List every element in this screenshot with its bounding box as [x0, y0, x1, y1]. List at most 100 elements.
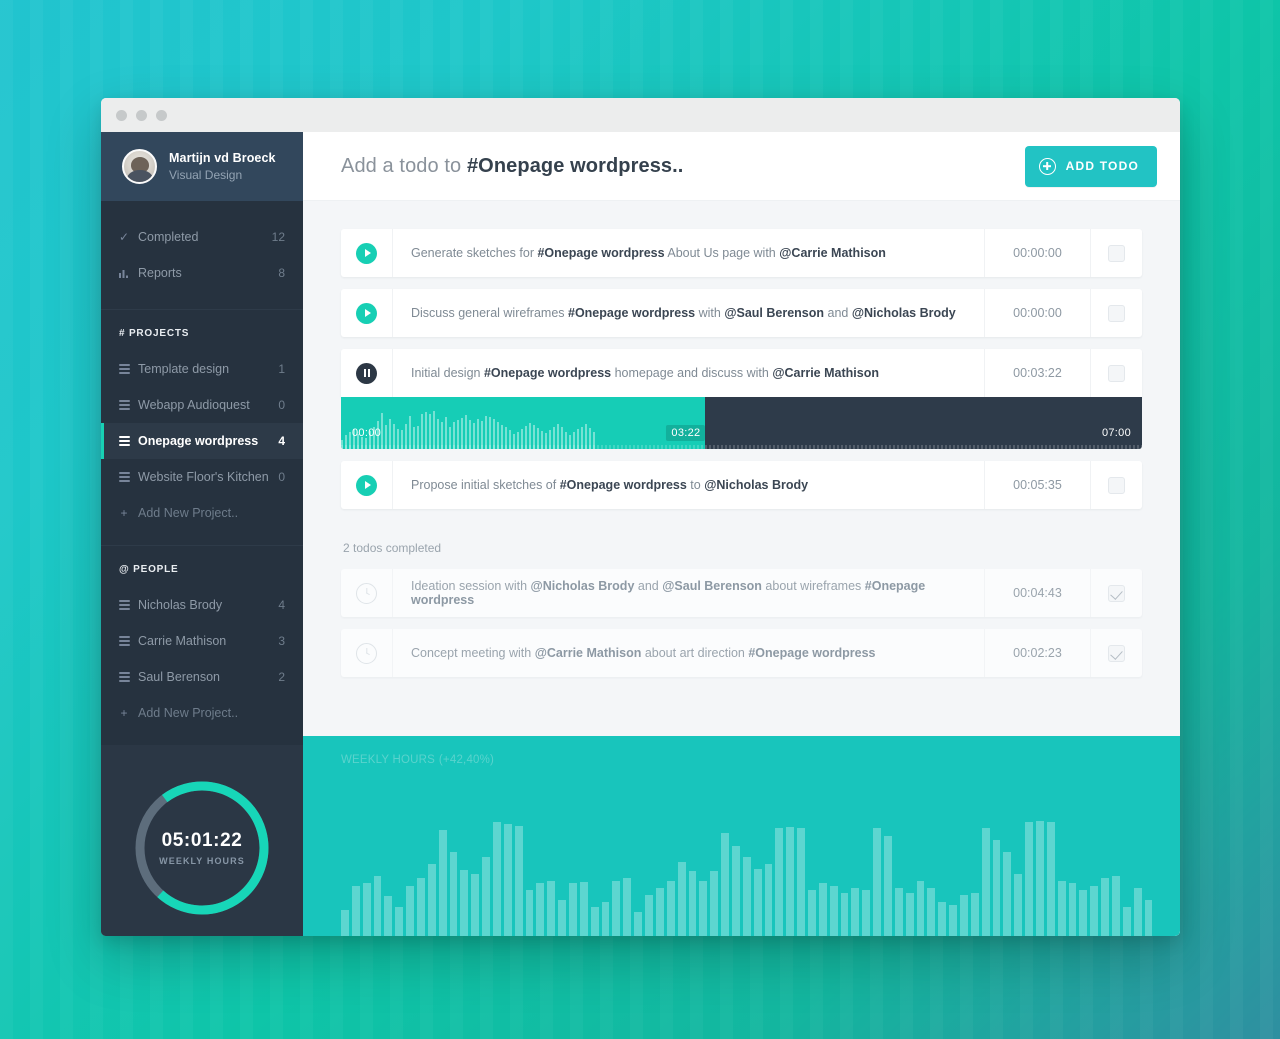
- todo-play-button[interactable]: [341, 461, 393, 509]
- chart-bar: [351, 885, 360, 936]
- drag-handle-icon[interactable]: [115, 598, 133, 613]
- checkbox-icon: [1108, 476, 1125, 494]
- chart-bar: [645, 895, 653, 936]
- audio-player-scrubber[interactable]: 00:00 03:22 07:00: [341, 397, 1142, 449]
- chart-bar: [731, 846, 740, 936]
- chart-bar: [536, 883, 545, 936]
- todo-play-button[interactable]: [341, 229, 393, 277]
- drag-handle-icon[interactable]: [115, 362, 133, 377]
- table-row[interactable]: Propose initial sketches of #Onepage wor…: [341, 461, 1142, 509]
- sidebar-item-template-design[interactable]: Template design 1: [101, 351, 303, 387]
- sidebar-item-count: 4: [278, 598, 285, 612]
- chart-bar: [525, 890, 534, 936]
- drag-handle-icon[interactable]: [115, 634, 133, 649]
- chart-bar: [1133, 888, 1142, 936]
- table-row[interactable]: Discuss general wireframes #Onepage word…: [341, 289, 1142, 337]
- user-card[interactable]: Martijn vd Broeck Visual Design: [101, 132, 303, 201]
- chart-bar: [482, 856, 491, 936]
- todo-history-button[interactable]: [341, 629, 393, 677]
- plus-icon: +: [120, 506, 128, 520]
- chart-bar: [699, 880, 708, 936]
- add-new-person-button[interactable]: + Add New Project..: [101, 695, 303, 731]
- todo-text: Discuss general wireframes #Onepage word…: [411, 306, 956, 320]
- chart-bar: [1068, 883, 1077, 936]
- add-todo-button[interactable]: ADD TODO: [1024, 145, 1157, 187]
- sidebar-item-carrie-mathison[interactable]: Carrie Mathison 3: [101, 623, 303, 659]
- chart-bar: [438, 830, 447, 936]
- bar-chart-icon: [115, 268, 133, 278]
- todo-pause-button[interactable]: [341, 349, 393, 397]
- checkbox-icon: [1108, 304, 1125, 322]
- todo-checkbox[interactable]: [1090, 289, 1142, 337]
- sidebar-item-label: Completed: [138, 230, 199, 244]
- sidebar-item-label: Nicholas Brody: [138, 598, 223, 612]
- chart-bar: [905, 892, 914, 936]
- chart-bar: [927, 888, 936, 936]
- sidebar-item-completed[interactable]: ✓ Completed 12: [101, 219, 303, 255]
- sidebar-people: @ PEOPLE Nicholas Brody 4 Carrie Mathiso…: [101, 545, 303, 745]
- app-window: Martijn vd Broeck Visual Design ✓ Comple…: [101, 98, 1180, 936]
- checkbox-icon: [1108, 364, 1125, 382]
- weekly-hours-bar-chart: [341, 816, 1153, 936]
- todo-checkbox[interactable]: [1090, 229, 1142, 277]
- sidebar-item-reports[interactable]: Reports 8: [101, 255, 303, 291]
- sidebar-item-onepage-wordpress[interactable]: Onepage wordpress 4: [101, 423, 303, 459]
- drag-handle-icon[interactable]: [115, 470, 133, 485]
- chart-bar: [384, 896, 393, 936]
- chart-bar: [341, 909, 349, 936]
- drag-handle-icon[interactable]: [115, 398, 133, 413]
- chart-bar: [753, 868, 762, 936]
- todo-history-button[interactable]: [341, 569, 393, 617]
- table-row[interactable]: Initial design #Onepage wordpress homepa…: [341, 349, 1142, 397]
- chart-bar: [427, 864, 436, 936]
- todo-checkbox[interactable]: [1090, 349, 1142, 397]
- player-progress-fill: [341, 397, 706, 449]
- chart-bar: [677, 861, 686, 936]
- chart-bar: [1046, 822, 1055, 936]
- todo-time: 00:00:00: [984, 289, 1090, 337]
- chart-bar: [1122, 907, 1131, 936]
- chart-bar: [569, 883, 577, 936]
- table-row[interactable]: Ideation session with @Nicholas Brody an…: [341, 569, 1142, 617]
- zoom-icon[interactable]: [156, 109, 167, 121]
- drag-handle-icon[interactable]: [115, 434, 133, 449]
- chart-bar: [493, 822, 501, 936]
- sidebar-item-count: 8: [278, 266, 285, 280]
- checkbox-icon: [1108, 244, 1125, 262]
- chart-bar: [1101, 878, 1110, 936]
- chart-bar: [959, 895, 968, 936]
- add-new-project-button[interactable]: + Add New Project..: [101, 495, 303, 531]
- table-row[interactable]: Concept meeting with @Carrie Mathison ab…: [341, 629, 1142, 677]
- drag-handle-icon[interactable]: [115, 670, 133, 685]
- sidebar: Martijn vd Broeck Visual Design ✓ Comple…: [101, 132, 303, 936]
- chart-bar: [471, 873, 480, 936]
- todo-play-button[interactable]: [341, 289, 393, 337]
- chart-bar: [688, 871, 697, 936]
- chart-bar: [807, 890, 816, 936]
- close-icon[interactable]: [116, 109, 127, 121]
- chart-bar: [612, 880, 621, 936]
- chart-bar: [764, 864, 773, 936]
- chart-bar: [1144, 900, 1153, 936]
- sidebar-item-nicholas-brody[interactable]: Nicholas Brody 4: [101, 587, 303, 623]
- chart-bar: [894, 888, 903, 936]
- main-header: Add a todo to #Onepage wordpress.. ADD T…: [303, 132, 1180, 201]
- sidebar-item-webapp-audioquest[interactable]: Webapp Audioquest 0: [101, 387, 303, 423]
- sidebar-item-label: Website Floor's Kitchen: [138, 470, 269, 484]
- sidebar-item-saul-berenson[interactable]: Saul Berenson 2: [101, 659, 303, 695]
- chart-bar: [797, 828, 805, 936]
- sidebar-item-website-floors-kitchen[interactable]: Website Floor's Kitchen 0: [101, 459, 303, 495]
- todo-time: 00:04:43: [984, 569, 1090, 617]
- chart-bar: [601, 902, 610, 936]
- minimize-icon[interactable]: [136, 109, 147, 121]
- table-row[interactable]: Generate sketches for #Onepage wordpress…: [341, 229, 1142, 277]
- todo-checkbox[interactable]: [1090, 461, 1142, 509]
- timer-value: 05:01:22: [161, 830, 243, 851]
- chart-bar: [1079, 890, 1088, 936]
- todo-checkbox[interactable]: [1090, 629, 1142, 677]
- sidebar-item-label: Onepage wordpress: [138, 434, 259, 448]
- chart-bar: [851, 888, 860, 936]
- todo-time: 00:00:00: [984, 229, 1090, 277]
- chart-bar: [949, 904, 957, 936]
- todo-checkbox[interactable]: [1090, 569, 1142, 617]
